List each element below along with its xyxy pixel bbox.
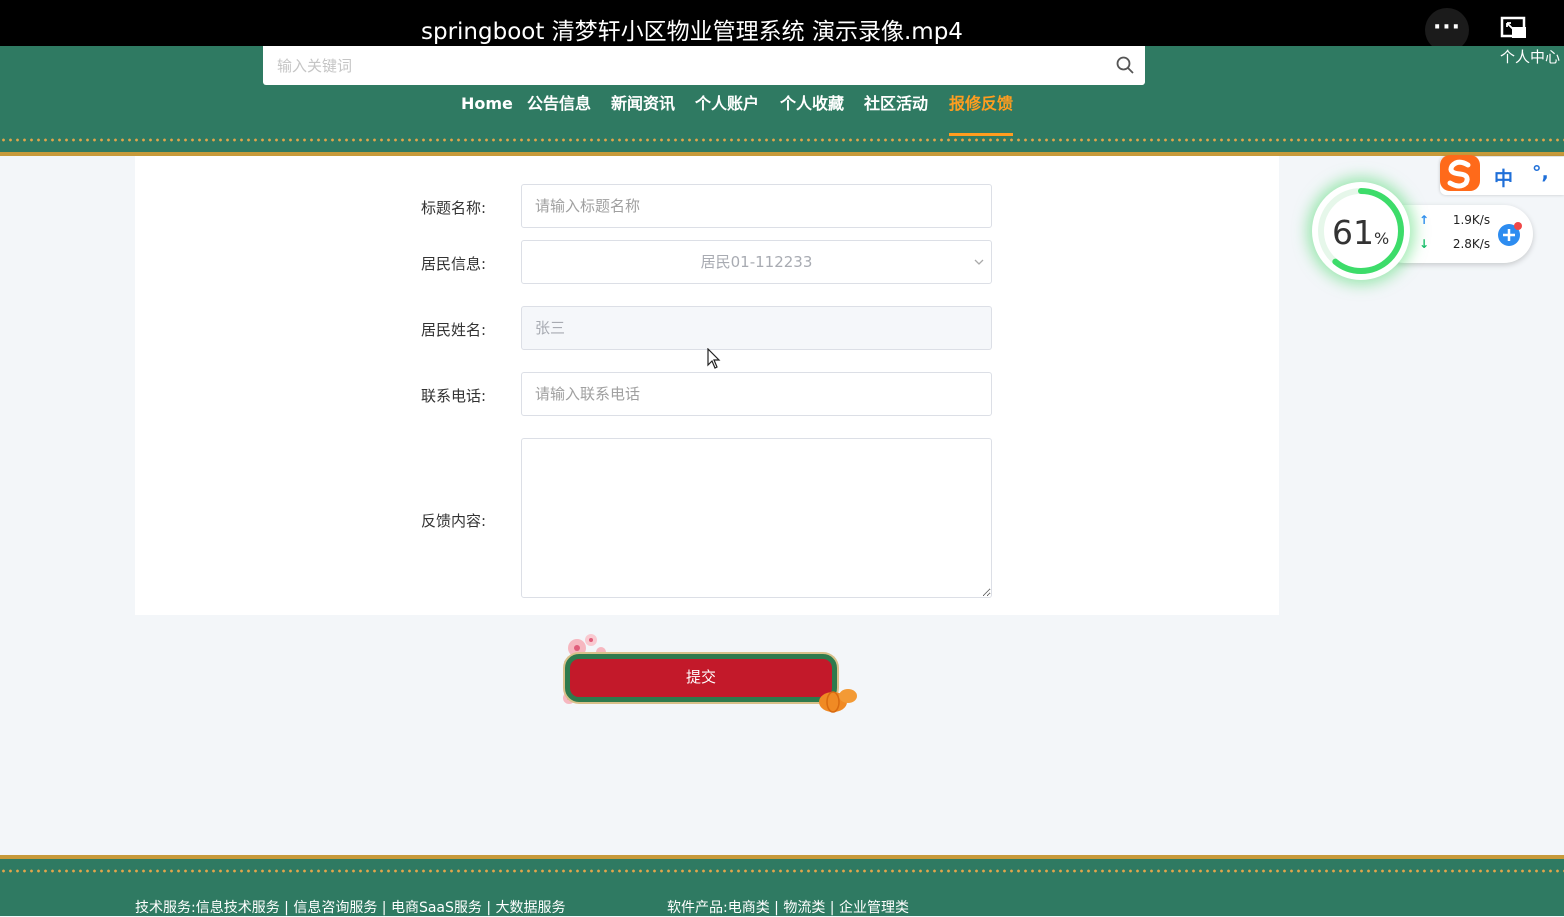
nav-item-home[interactable]: Home <box>461 92 513 136</box>
title-input[interactable] <box>521 184 992 228</box>
content-label: 反馈内容: <box>421 512 487 530</box>
nav-item-account[interactable]: 个人账户 <box>695 92 759 136</box>
cpu-usage-value: 61% <box>1332 213 1389 252</box>
resident-info-label: 居民信息: <box>421 255 487 273</box>
sogou-logo-icon <box>1440 155 1480 191</box>
video-title: springboot 清梦轩小区物业管理系统 演示录像.mp4 <box>421 19 963 45</box>
upload-speed: 1.9K/s <box>1452 213 1491 227</box>
nav-item-repair-feedback[interactable]: 报修反馈 <box>949 92 1014 136</box>
footer-software-products: 软件产品:电商类 | 物流类 | 企业管理类 <box>667 900 909 916</box>
cpu-usage-unit: % <box>1374 229 1390 248</box>
nav-item-favorites[interactable]: 个人收藏 <box>780 92 844 136</box>
search-bar <box>263 46 1145 85</box>
nav-item-activities[interactable]: 社区活动 <box>864 92 928 136</box>
user-center-link[interactable]: 个人中心 <box>1500 46 1560 67</box>
ime-toolbar[interactable]: 中 °, <box>1440 155 1564 195</box>
phone-label: 联系电话: <box>421 387 487 405</box>
resident-info-value: 居民01-112233 <box>700 253 813 271</box>
download-speed: 2.8K/s <box>1452 237 1491 251</box>
picture-in-picture-icon[interactable] <box>1500 16 1528 40</box>
chevron-down-icon <box>974 259 984 265</box>
footer-gold-line <box>0 855 1564 859</box>
cpu-usage-number: 61 <box>1332 213 1374 252</box>
resident-info-select[interactable]: 居民01-112233 <box>521 240 992 284</box>
site-header: 个人中心 Home 公告信息 新闻资讯 个人账户 个人收藏 社区活动 报修反馈 <box>0 46 1564 156</box>
resident-name-label: 居民姓名: <box>421 321 487 339</box>
video-title-bar: springboot 清梦轩小区物业管理系统 演示录像.mp4 ··· <box>0 0 1564 52</box>
cpu-usage-gauge[interactable]: 61% <box>1312 182 1410 280</box>
search-icon[interactable] <box>1115 55 1135 75</box>
ime-mode-indicator[interactable]: 中 <box>1494 164 1513 191</box>
footer-tech-services: 技术服务:信息技术服务 | 信息咨询服务 | 电商SaaS服务 | 大数据服务 <box>135 900 566 916</box>
header-dot-border <box>0 138 1564 142</box>
title-label: 标题名称: <box>421 199 487 217</box>
content-textarea[interactable] <box>521 438 992 598</box>
ime-punctuation-indicator[interactable]: °, <box>1532 162 1549 184</box>
submit-button[interactable]: 提交 <box>565 654 837 702</box>
search-input[interactable] <box>263 46 1091 85</box>
plus-icon[interactable] <box>1497 221 1523 247</box>
resident-name-field[interactable]: 张三 <box>521 306 992 350</box>
nav-item-news[interactable]: 新闻资讯 <box>611 92 675 136</box>
submit-area: 提交 <box>555 632 860 716</box>
upload-speed-row: ↑ 1.9K/s <box>1419 213 1490 227</box>
feedback-form: 标题名称: 居民信息: 居民01-112233 居民姓名: 张三 联系电话: 反… <box>135 156 1279 615</box>
footer-dot-border <box>0 869 1564 873</box>
phone-input[interactable] <box>521 372 992 416</box>
download-arrow-icon: ↓ <box>1419 237 1430 251</box>
site-footer: 技术服务:信息技术服务 | 信息咨询服务 | 电商SaaS服务 | 大数据服务 … <box>0 855 1564 916</box>
mouse-cursor-icon <box>707 348 721 369</box>
lantern-decoration <box>819 689 857 713</box>
download-speed-row: ↓ 2.8K/s <box>1419 237 1490 251</box>
nav-item-announcements[interactable]: 公告信息 <box>527 92 591 136</box>
upload-arrow-icon: ↑ <box>1419 213 1430 227</box>
